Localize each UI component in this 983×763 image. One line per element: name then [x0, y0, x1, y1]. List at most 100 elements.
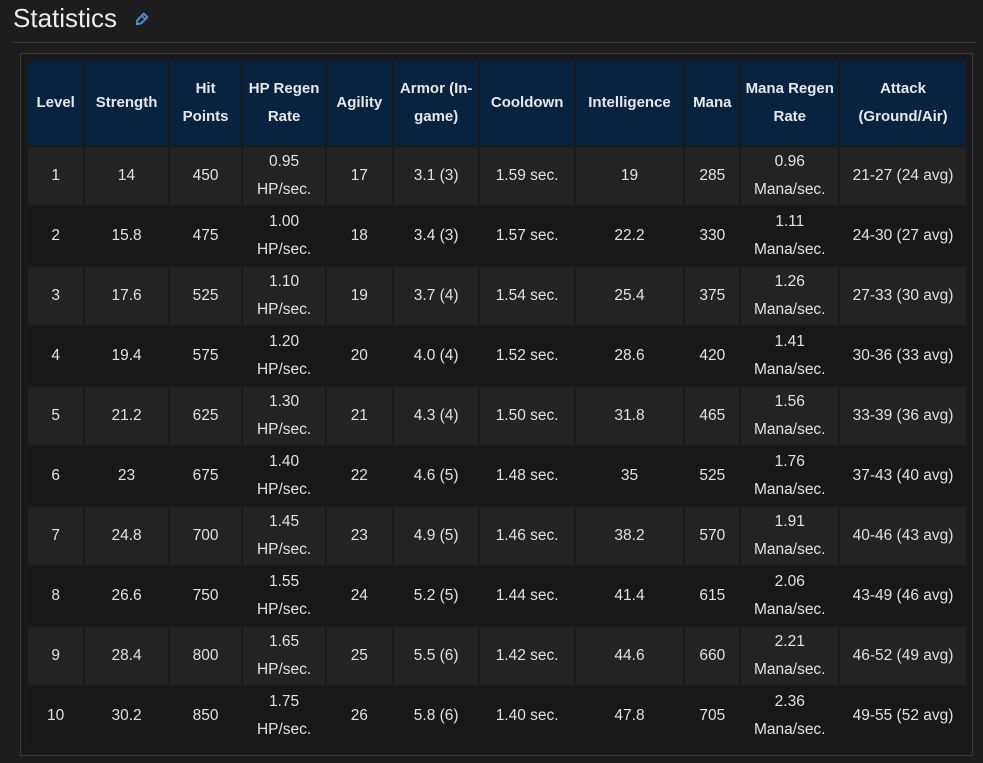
column-header-mana: Mana: [685, 61, 740, 145]
cell-hit-points: 750: [169, 567, 242, 625]
cell-agility: 18: [326, 207, 392, 265]
cell-attack: 21-27 (24 avg): [840, 147, 966, 205]
section-header: Statistics: [13, 0, 975, 43]
table-row: 1 14 450 0.95 HP/sec. 17 3.1 (3) 1.59 sec. 19 28…: [28, 147, 966, 205]
cell-level: 7: [28, 507, 84, 565]
cell-hit-points: 525: [169, 267, 242, 325]
cell-cooldown: 1.57 sec.: [480, 207, 574, 265]
cell-hp-regen-rate: 1.30 HP/sec.: [243, 387, 325, 445]
table-row: 9 28.4 800 1.65 HP/sec. 25 5.5 (6) 1.42 sec. 44…: [28, 627, 966, 685]
cell-cooldown: 1.52 sec.: [480, 327, 574, 385]
cell-hit-points: 475: [169, 207, 242, 265]
cell-hit-points: 850: [169, 687, 242, 745]
cell-mana: 525: [685, 447, 740, 505]
cell-agility: 20: [326, 327, 392, 385]
cell-hit-points: 675: [169, 447, 242, 505]
cell-hit-points: 700: [169, 507, 242, 565]
cell-armor: 5.8 (6): [393, 687, 479, 745]
cell-mana-regen-rate: 1.56 Mana/sec.: [741, 387, 839, 445]
table-row: 10 30.2 850 1.75 HP/sec. 26 5.8 (6) 1.40 sec. 4…: [28, 687, 966, 745]
cell-mana: 285: [685, 147, 740, 205]
cell-intelligence: 41.4: [575, 567, 684, 625]
cell-mana: 420: [685, 327, 740, 385]
cell-intelligence: 22.2: [575, 207, 684, 265]
cell-agility: 17: [326, 147, 392, 205]
cell-intelligence: 28.6: [575, 327, 684, 385]
cell-agility: 21: [326, 387, 392, 445]
cell-strength: 30.2: [85, 687, 168, 745]
cell-mana-regen-rate: 2.21 Mana/sec.: [741, 627, 839, 685]
cell-level: 3: [28, 267, 84, 325]
cell-attack: 49-55 (52 avg): [840, 687, 966, 745]
column-header-level: Level: [28, 61, 84, 145]
cell-hp-regen-rate: 1.00 HP/sec.: [243, 207, 325, 265]
table-row: 7 24.8 700 1.45 HP/sec. 23 4.9 (5) 1.46 sec. 38…: [28, 507, 966, 565]
cell-agility: 19: [326, 267, 392, 325]
cell-hp-regen-rate: 0.95 HP/sec.: [243, 147, 325, 205]
table-row: 3 17.6 525 1.10 HP/sec. 19 3.7 (4) 1.54 sec. 25…: [28, 267, 966, 325]
cell-attack: 43-49 (46 avg): [840, 567, 966, 625]
cell-agility: 26: [326, 687, 392, 745]
cell-level: 9: [28, 627, 84, 685]
cell-intelligence: 31.8: [575, 387, 684, 445]
cell-armor: 3.1 (3): [393, 147, 479, 205]
cell-strength: 23: [85, 447, 168, 505]
cell-strength: 14: [85, 147, 168, 205]
header-row: Level Strength Hit Points HP Regen Rate Agil…: [28, 61, 966, 145]
cell-level: 1: [28, 147, 84, 205]
cell-hit-points: 450: [169, 147, 242, 205]
cell-cooldown: 1.42 sec.: [480, 627, 574, 685]
cell-armor: 3.4 (3): [393, 207, 479, 265]
cell-armor: 4.6 (5): [393, 447, 479, 505]
column-header-mana-regen-rate: Mana Regen Rate: [741, 61, 839, 145]
cell-strength: 21.2: [85, 387, 168, 445]
cell-strength: 26.6: [85, 567, 168, 625]
section-title: Statistics: [13, 3, 118, 33]
cell-armor: 5.2 (5): [393, 567, 479, 625]
table-body: 1 14 450 0.95 HP/sec. 17 3.1 (3) 1.59 sec. 19 28…: [28, 147, 966, 745]
cell-attack: 27-33 (30 avg): [840, 267, 966, 325]
cell-hit-points: 800: [169, 627, 242, 685]
cell-hp-regen-rate: 1.40 HP/sec.: [243, 447, 325, 505]
cell-intelligence: 19: [575, 147, 684, 205]
cell-mana-regen-rate: 1.91 Mana/sec.: [741, 507, 839, 565]
cell-hp-regen-rate: 1.45 HP/sec.: [243, 507, 325, 565]
cell-mana: 330: [685, 207, 740, 265]
cell-cooldown: 1.59 sec.: [480, 147, 574, 205]
pencil-icon[interactable]: [133, 12, 149, 28]
table-row: 5 21.2 625 1.30 HP/sec. 21 4.3 (4) 1.50 sec. 31…: [28, 387, 966, 445]
cell-cooldown: 1.48 sec.: [480, 447, 574, 505]
cell-agility: 25: [326, 627, 392, 685]
column-header-strength: Strength: [85, 61, 168, 145]
cell-mana-regen-rate: 1.76 Mana/sec.: [741, 447, 839, 505]
cell-attack: 33-39 (36 avg): [840, 387, 966, 445]
cell-strength: 24.8: [85, 507, 168, 565]
cell-mana: 465: [685, 387, 740, 445]
cell-strength: 28.4: [85, 627, 168, 685]
cell-attack: 24-30 (27 avg): [840, 207, 966, 265]
cell-attack: 30-36 (33 avg): [840, 327, 966, 385]
cell-level: 5: [28, 387, 84, 445]
cell-mana-regen-rate: 2.06 Mana/sec.: [741, 567, 839, 625]
cell-mana-regen-rate: 0.96 Mana/sec.: [741, 147, 839, 205]
cell-attack: 37-43 (40 avg): [840, 447, 966, 505]
cell-hp-regen-rate: 1.20 HP/sec.: [243, 327, 325, 385]
cell-attack: 46-52 (49 avg): [840, 627, 966, 685]
cell-attack: 40-46 (43 avg): [840, 507, 966, 565]
cell-cooldown: 1.50 sec.: [480, 387, 574, 445]
cell-hp-regen-rate: 1.55 HP/sec.: [243, 567, 325, 625]
table-header: Level Strength Hit Points HP Regen Rate Agil…: [28, 61, 966, 145]
cell-hp-regen-rate: 1.65 HP/sec.: [243, 627, 325, 685]
cell-strength: 15.8: [85, 207, 168, 265]
cell-mana-regen-rate: 2.36 Mana/sec.: [741, 687, 839, 745]
cell-intelligence: 25.4: [575, 267, 684, 325]
cell-level: 4: [28, 327, 84, 385]
cell-agility: 23: [326, 507, 392, 565]
cell-mana: 570: [685, 507, 740, 565]
cell-level: 8: [28, 567, 84, 625]
table-row: 8 26.6 750 1.55 HP/sec. 24 5.2 (5) 1.44 sec. 41…: [28, 567, 966, 625]
column-header-attack: Attack (Ground/Air): [840, 61, 966, 145]
cell-mana: 705: [685, 687, 740, 745]
column-header-hp-regen-rate: HP Regen Rate: [243, 61, 325, 145]
cell-cooldown: 1.40 sec.: [480, 687, 574, 745]
